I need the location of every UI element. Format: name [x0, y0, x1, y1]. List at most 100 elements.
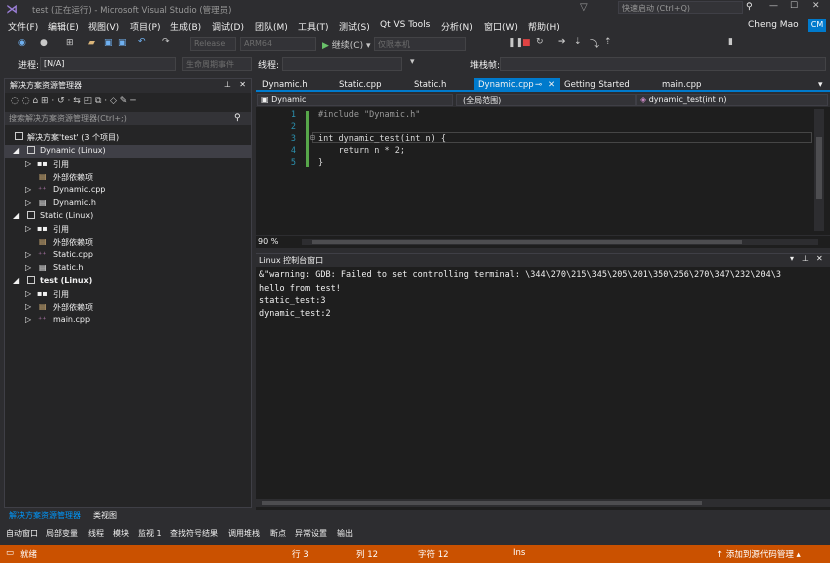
tab-call-stack[interactable]: 调用堆栈	[228, 528, 260, 539]
collapse-arrow-icon[interactable]: ▷	[25, 302, 31, 311]
continue-button[interactable]: ▶ 继续(C) ▾	[322, 38, 371, 51]
collapse-arrow-icon[interactable]: ▷	[25, 224, 31, 233]
collapse-arrow-icon[interactable]: ▷	[25, 185, 31, 194]
minimize-button[interactable]: —	[769, 1, 778, 11]
tab-breakpoints[interactable]: 断点	[270, 528, 286, 539]
user-name[interactable]: Cheng Mao	[748, 20, 799, 30]
close-tab-icon[interactable]: ✕	[548, 80, 555, 90]
close-button[interactable]: ✕	[812, 1, 820, 11]
nav-function-select[interactable]: ◈ dynamic_test(int n)	[636, 94, 828, 106]
thread-select[interactable]	[282, 57, 402, 71]
code-editor[interactable]: 1 #include "Dynamic.h" 2 3 ⊟ int dynamic…	[256, 107, 830, 235]
source-control-button[interactable]: ↑ 添加到源代码管理 ▴	[716, 548, 801, 560]
tab-overflow-icon[interactable]: ▾	[818, 80, 823, 90]
forward-icon[interactable]: ●	[40, 38, 48, 48]
menu-debug[interactable]: 调试(D)	[212, 20, 244, 33]
console-scroll-thumb[interactable]	[262, 501, 702, 505]
open-icon[interactable]: ▰	[88, 38, 95, 48]
search-icon[interactable]: ⚲	[746, 2, 753, 12]
menu-help[interactable]: 帮助(H)	[528, 20, 560, 33]
collapse-arrow-icon[interactable]: ▷	[25, 315, 31, 324]
tree-item-external-deps[interactable]: ▷ ▤ 外部依赖项	[5, 301, 251, 314]
step-next-icon[interactable]: ➔	[558, 37, 566, 47]
tree-item-external-deps[interactable]: ▤ 外部依赖项	[5, 171, 251, 184]
pin-icon[interactable]: ⊸	[535, 80, 542, 90]
console-scrollbar[interactable]	[256, 499, 830, 507]
collapse-arrow-icon[interactable]: ▷	[25, 198, 31, 207]
menu-team[interactable]: 团队(M)	[255, 20, 288, 33]
tree-item-dynamic-cpp[interactable]: ▷ ⁺⁺ Dynamic.cpp	[5, 184, 251, 197]
tab-find-symbol[interactable]: 查找符号结果	[170, 528, 218, 539]
quick-launch-input[interactable]: 快速启动 (Ctrl+Q)	[618, 1, 743, 14]
close-panel-icon[interactable]: ✕	[239, 80, 246, 89]
collapse-icon[interactable]: ⊟	[310, 133, 315, 142]
close-panel-icon[interactable]: ✕	[816, 254, 823, 263]
menu-edit[interactable]: 编辑(E)	[48, 20, 79, 33]
dropdown-icon[interactable]: ▾	[790, 254, 794, 263]
tree-item-static-cpp[interactable]: ▷ ⁺⁺ Static.cpp	[5, 249, 251, 262]
tree-item-references[interactable]: ▷ ▪▪ 引用	[5, 223, 251, 236]
solution-search-input[interactable]: 搜索解决方案资源管理器(Ctrl+;)	[5, 112, 251, 125]
tab-threads[interactable]: 线程	[88, 528, 104, 539]
tab-output[interactable]: 输出	[337, 528, 353, 539]
collapse-arrow-icon[interactable]: ▷	[25, 263, 31, 272]
tab-getting-started[interactable]: Getting Started	[560, 78, 634, 92]
process-select[interactable]: [N/A]	[40, 57, 176, 71]
horizontal-scrollbar[interactable]	[302, 239, 818, 245]
vertical-scrollbar[interactable]	[814, 109, 824, 231]
tab-solution-explorer[interactable]: 解决方案资源管理器	[9, 510, 81, 521]
redo-icon[interactable]: ↷	[162, 37, 170, 47]
pin-icon[interactable]: ⊥	[224, 80, 231, 89]
solution-root[interactable]: 解决方案'test' (3 个项目)	[5, 131, 251, 144]
menu-file[interactable]: 文件(F)	[8, 20, 38, 33]
tab-static-h[interactable]: Static.h	[410, 78, 450, 92]
tree-item-dynamic-project[interactable]: ◢ Dynamic (Linux)	[5, 145, 251, 158]
expand-arrow-icon[interactable]: ◢	[13, 211, 19, 220]
nav-scope-select[interactable]: (全局范围)	[456, 94, 636, 106]
collapse-arrow-icon[interactable]: ▷	[25, 159, 31, 168]
collapse-arrow-icon[interactable]: ▷	[25, 289, 31, 298]
expand-arrow-icon[interactable]: ◢	[13, 276, 19, 285]
avatar[interactable]: CM	[808, 19, 826, 32]
menu-qt[interactable]: Qt VS Tools	[380, 20, 430, 30]
menu-view[interactable]: 视图(V)	[88, 20, 119, 33]
tree-item-references[interactable]: ▷ ▪▪ 引用	[5, 288, 251, 301]
tab-class-view[interactable]: 类视图	[93, 510, 117, 521]
menu-project[interactable]: 项目(P)	[130, 20, 160, 33]
menu-window[interactable]: 窗口(W)	[484, 20, 518, 33]
filter-icon[interactable]: ▽	[580, 2, 588, 13]
tab-watch-1[interactable]: 监视 1	[138, 528, 162, 539]
tree-item-external-deps[interactable]: ▤ 外部依赖项	[5, 236, 251, 249]
restart-icon[interactable]: ↻	[536, 37, 544, 47]
stackframe-select[interactable]	[500, 57, 826, 71]
tree-item-static-h[interactable]: ▷ ▤ Static.h	[5, 262, 251, 275]
scroll-thumb[interactable]	[816, 137, 822, 199]
tab-locals[interactable]: 局部变量	[46, 528, 78, 539]
maximize-button[interactable]: ☐	[790, 1, 798, 11]
tab-autos[interactable]: 自动窗口	[6, 528, 38, 539]
tree-item-main-cpp[interactable]: ▷ ⁺⁺ main.cpp	[5, 314, 251, 327]
save-all-icon[interactable]: ▣	[118, 38, 127, 48]
nav-project-select[interactable]: ▣ Dynamic	[257, 94, 453, 106]
tab-dynamic-cpp[interactable]: Dynamic.cpp ⊸ ✕	[474, 78, 560, 92]
expand-arrow-icon[interactable]: ◢	[13, 146, 19, 155]
tab-modules[interactable]: 模块	[113, 528, 129, 539]
target-select[interactable]: 仅限本机	[374, 37, 466, 51]
h-scroll-thumb[interactable]	[312, 240, 742, 244]
filter-thread-icon[interactable]: ▾	[410, 57, 415, 67]
new-project-icon[interactable]: ⊞	[66, 38, 74, 48]
home-icon[interactable]: ◌ ◌ ⌂ ⊞ · ↺ · ⇆ ◰ ⧉ · ◇ ✎ ─	[11, 96, 136, 106]
tab-exception-settings[interactable]: 异常设置	[295, 528, 327, 539]
tree-item-static-project[interactable]: ◢ Static (Linux)	[5, 210, 251, 223]
tab-static-cpp[interactable]: Static.cpp	[335, 78, 385, 92]
collapse-arrow-icon[interactable]: ▷	[25, 250, 31, 259]
back-icon[interactable]: ◉	[18, 38, 26, 48]
pause-icon[interactable]: ❚❚	[508, 38, 523, 48]
tree-item-test-project[interactable]: ◢ test (Linux)	[5, 275, 251, 288]
step-into-icon[interactable]: ⇣	[574, 37, 582, 47]
tree-item-references[interactable]: ▷ ▪▪ 引用	[5, 158, 251, 171]
menu-tools[interactable]: 工具(T)	[298, 20, 329, 33]
config-select[interactable]: Release	[190, 37, 236, 51]
step-over-icon[interactable]: ⤵	[590, 37, 599, 50]
pin-icon[interactable]: ⊥	[802, 254, 809, 263]
